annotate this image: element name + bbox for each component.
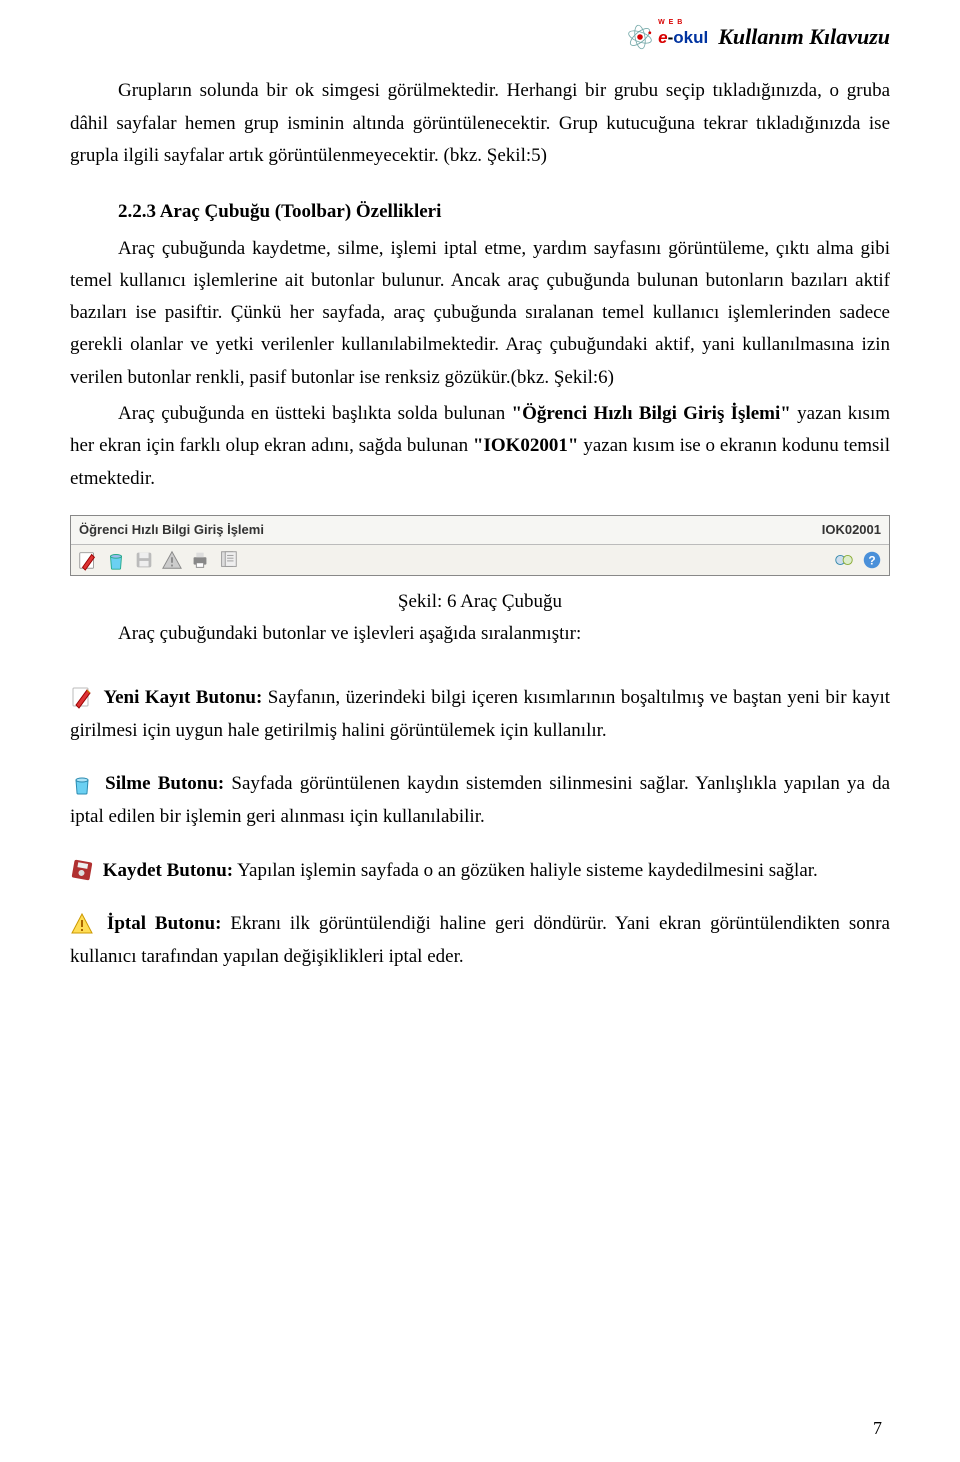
- new-record-button-title: Yeni Kayıt Butonu:: [104, 687, 263, 708]
- paragraph-toolbar-title-desc: Araç çubuğunda en üstteki başlıkta solda…: [70, 398, 890, 495]
- button-descriptions: Yeni Kayıt Butonu: Sayfanın, üzerindeki …: [70, 681, 890, 974]
- header-title: Kullanım Kılavuzu: [718, 18, 890, 55]
- print-icon[interactable]: [189, 549, 211, 571]
- toolbar-title-left: Öğrenci Hızlı Bilgi Giriş İşlemi: [79, 519, 264, 541]
- bold-screen-code: "IOK02001": [473, 435, 579, 456]
- warning-icon[interactable]: [161, 549, 183, 571]
- help-icon[interactable]: ?: [861, 549, 883, 571]
- save-button-desc: Kaydet Butonu: Yapılan işlemin sayfada o…: [70, 854, 890, 887]
- logo-text: W E B e-okul: [658, 21, 708, 53]
- delete-button-desc: Silme Butonu: Sayfada görüntülenen kaydı…: [70, 767, 890, 834]
- trash-icon[interactable]: [105, 549, 127, 571]
- logo: W E B e-okul: [626, 21, 708, 53]
- logo-subtext: W E B: [658, 21, 708, 25]
- trash-icon: [70, 772, 94, 794]
- toolbar-icons-right: ?: [833, 549, 883, 571]
- figure-caption: Şekil: 6 Araç Çubuğu: [70, 586, 890, 618]
- toolbar-title-row: Öğrenci Hızlı Bilgi Giriş İşlemi IOK0200…: [71, 516, 889, 545]
- paragraph-toolbar-desc: Araç çubuğunda kaydetme, silme, işlemi i…: [70, 233, 890, 394]
- logo-orbit-icon: [626, 23, 654, 51]
- bold-screen-name: "Öğrenci Hızlı Bilgi Giriş İşlemi": [512, 403, 791, 424]
- toolbar-icons-row: ?: [71, 545, 889, 575]
- svg-text:?: ?: [868, 554, 875, 568]
- link-icon[interactable]: [833, 549, 855, 571]
- toolbar-figure: Öğrenci Hızlı Bilgi Giriş İşlemi IOK0200…: [70, 515, 890, 576]
- edit-icon: [70, 685, 94, 707]
- page-header: W E B e-okul Kullanım Kılavuzu: [70, 18, 890, 55]
- report-icon[interactable]: [217, 549, 239, 571]
- sub-caption: Araç çubuğundaki butonlar ve işlevleri a…: [70, 618, 890, 650]
- page-number: 7: [873, 1413, 882, 1444]
- toolbar-icons-left: [77, 549, 239, 571]
- delete-button-title: Silme Butonu:: [105, 773, 224, 794]
- paragraph-groups: Grupların solunda bir ok simgesi görülme…: [70, 75, 890, 172]
- save-icon[interactable]: [133, 549, 155, 571]
- new-record-button-desc: Yeni Kayıt Butonu: Sayfanın, üzerindeki …: [70, 681, 890, 748]
- edit-icon[interactable]: [77, 549, 99, 571]
- warning-icon: [70, 912, 94, 934]
- toolbar-title-right: IOK02001: [822, 519, 881, 541]
- cancel-button-title: İptal Butonu:: [107, 913, 222, 934]
- cancel-button-desc: İptal Butonu: Ekranı ilk görüntülendiği …: [70, 907, 890, 974]
- save-button-title: Kaydet Butonu:: [103, 860, 233, 881]
- heading-toolbar-features: 2.2.3 Araç Çubuğu (Toolbar) Özellikleri: [70, 196, 890, 228]
- save-icon: [70, 858, 94, 880]
